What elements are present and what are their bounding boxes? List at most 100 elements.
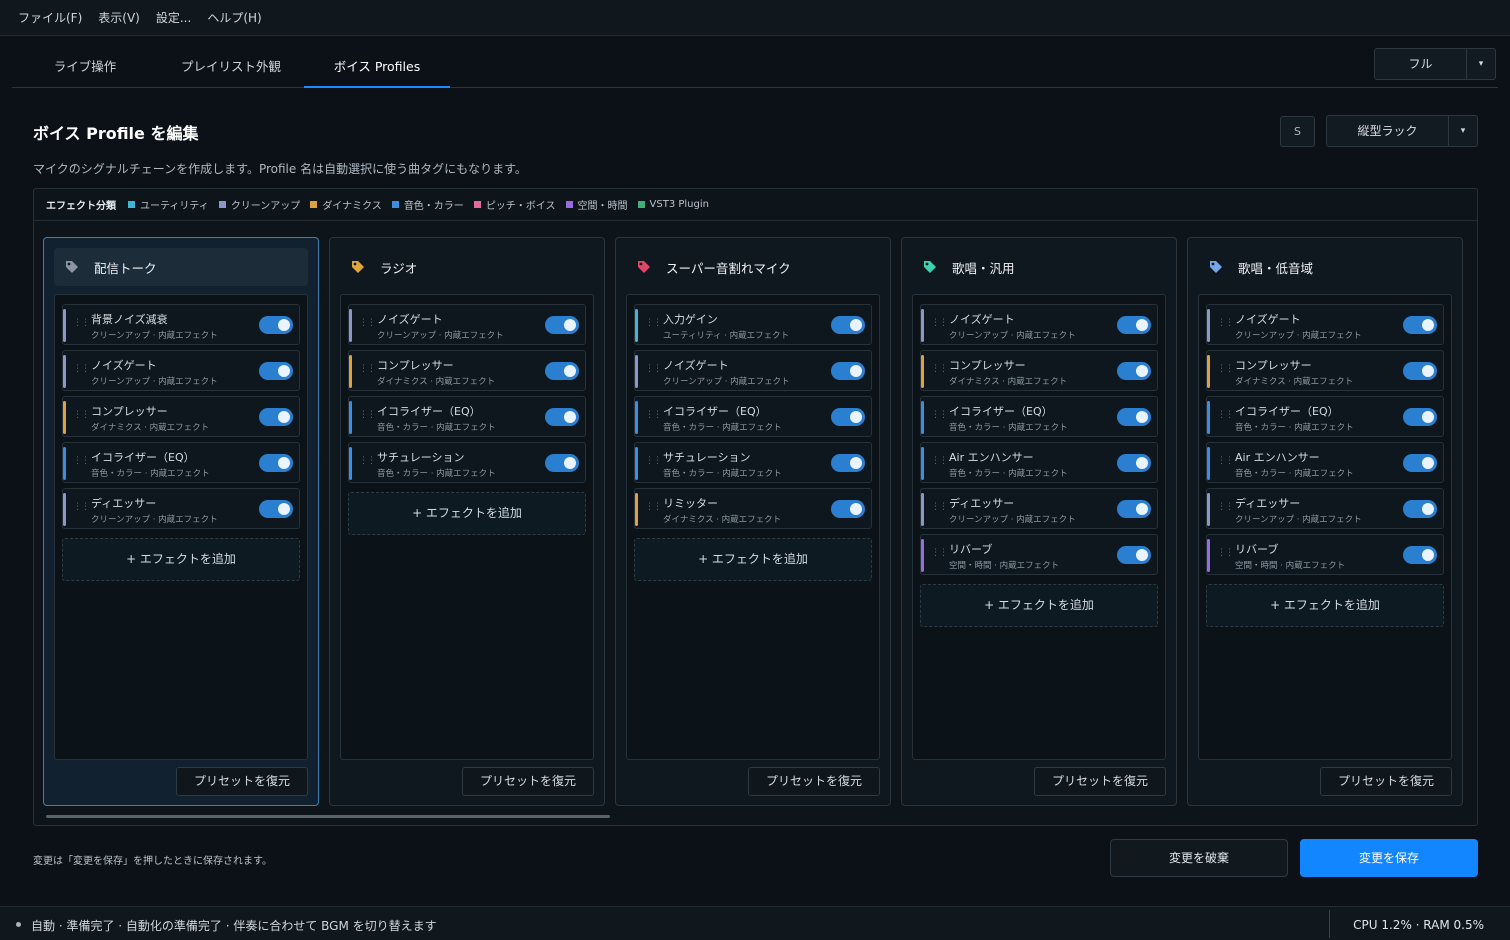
effect-toggle[interactable] — [1117, 316, 1151, 334]
horizontal-scrollbar[interactable] — [46, 815, 610, 818]
effect-item[interactable]: ⋮⋮ Air エンハンサー 音色・カラー · 内蔵エフェクト — [920, 442, 1158, 483]
discard-changes-button[interactable]: 変更を破棄 — [1110, 839, 1288, 877]
profile-column[interactable]: 歌唱・汎用 ⋮⋮ ノイズゲート クリーンアップ · 内蔵エフェクト ⋮⋮ コンプレッサーダ… — [901, 237, 1177, 806]
drag-handle-icon[interactable]: ⋮⋮ — [645, 364, 662, 374]
effect-toggle[interactable] — [831, 500, 865, 518]
s-button[interactable]: S — [1280, 116, 1315, 147]
drag-handle-icon[interactable]: ⋮⋮ — [359, 410, 376, 420]
effect-toggle[interactable] — [259, 316, 293, 334]
effect-item[interactable]: ⋮⋮ コンプレッサー ダイナミクス · 内蔵エフェクト — [62, 396, 300, 437]
effect-toggle[interactable] — [1117, 362, 1151, 380]
add-effect-button[interactable]: + エフェクトを追加 — [348, 492, 586, 535]
profile-column[interactable]: 配信トーク ⋮⋮ 背景ノイズ減衰 クリーンアップ · 内蔵エフェクト ⋮⋮ ノイズゲートク… — [43, 237, 319, 806]
menu-settings[interactable]: 設定... — [148, 0, 199, 36]
effect-toggle[interactable] — [831, 316, 865, 334]
drag-handle-icon[interactable]: ⋮⋮ — [359, 456, 376, 466]
effect-toggle[interactable] — [1117, 408, 1151, 426]
drag-handle-icon[interactable]: ⋮⋮ — [931, 364, 948, 374]
effect-item[interactable]: ⋮⋮ ディエッサー クリーンアップ · 内蔵エフェクト — [62, 488, 300, 529]
drag-handle-icon[interactable]: ⋮⋮ — [1217, 318, 1234, 328]
tab-voice-profiles[interactable]: ボイス Profiles — [304, 48, 450, 88]
drag-handle-icon[interactable]: ⋮⋮ — [1217, 502, 1234, 512]
view-mode-button[interactable]: フル — [1375, 49, 1467, 79]
drag-handle-icon[interactable]: ⋮⋮ — [73, 318, 90, 328]
effect-item[interactable]: ⋮⋮ サチュレーション 音色・カラー · 内蔵エフェクト — [348, 442, 586, 483]
drag-handle-icon[interactable]: ⋮⋮ — [359, 364, 376, 374]
effect-toggle[interactable] — [1117, 546, 1151, 564]
effect-item[interactable]: ⋮⋮ コンプレッサー ダイナミクス · 内蔵エフェクト — [348, 350, 586, 391]
effect-toggle[interactable] — [1117, 500, 1151, 518]
effect-item[interactable]: ⋮⋮ 背景ノイズ減衰 クリーンアップ · 内蔵エフェクト — [62, 304, 300, 345]
effect-toggle[interactable] — [545, 408, 579, 426]
drag-handle-icon[interactable]: ⋮⋮ — [1217, 410, 1234, 420]
effect-item[interactable]: ⋮⋮ ノイズゲート クリーンアップ · 内蔵エフェクト — [62, 350, 300, 391]
profile-header[interactable]: 歌唱・汎用 — [912, 248, 1166, 286]
effect-item[interactable]: ⋮⋮ イコライザー（EQ） 音色・カラー · 内蔵エフェクト — [62, 442, 300, 483]
effect-item[interactable]: ⋮⋮ イコライザー（EQ） 音色・カラー · 内蔵エフェクト — [348, 396, 586, 437]
effect-toggle[interactable] — [259, 408, 293, 426]
chevron-down-icon[interactable]: ▾ — [1449, 116, 1477, 146]
effect-toggle[interactable] — [545, 316, 579, 334]
drag-handle-icon[interactable]: ⋮⋮ — [645, 502, 662, 512]
restore-preset-button[interactable]: プリセットを復元 — [748, 767, 880, 796]
add-effect-button[interactable]: + エフェクトを追加 — [920, 584, 1158, 627]
drag-handle-icon[interactable]: ⋮⋮ — [1217, 364, 1234, 374]
effect-item[interactable]: ⋮⋮ リバーブ 空間・時間 · 内蔵エフェクト — [1206, 534, 1444, 575]
effect-toggle[interactable] — [1403, 408, 1437, 426]
restore-preset-button[interactable]: プリセットを復元 — [176, 767, 308, 796]
effect-toggle[interactable] — [831, 362, 865, 380]
effect-item[interactable]: ⋮⋮ リバーブ 空間・時間 · 内蔵エフェクト — [920, 534, 1158, 575]
profile-header[interactable]: ラジオ — [340, 248, 594, 286]
drag-handle-icon[interactable]: ⋮⋮ — [645, 410, 662, 420]
add-effect-button[interactable]: + エフェクトを追加 — [62, 538, 300, 581]
drag-handle-icon[interactable]: ⋮⋮ — [645, 456, 662, 466]
effect-toggle[interactable] — [545, 454, 579, 472]
restore-preset-button[interactable]: プリセットを復元 — [1034, 767, 1166, 796]
effect-toggle[interactable] — [1403, 454, 1437, 472]
profile-column[interactable]: ラジオ ⋮⋮ ノイズゲート クリーンアップ · 内蔵エフェクト ⋮⋮ コンプレッサー ダイナ… — [329, 237, 605, 806]
effect-item[interactable]: ⋮⋮ イコライザー（EQ） 音色・カラー · 内蔵エフェクト — [920, 396, 1158, 437]
drag-handle-icon[interactable]: ⋮⋮ — [1217, 548, 1234, 558]
add-effect-button[interactable]: + エフェクトを追加 — [634, 538, 872, 581]
profile-header[interactable]: 歌唱・低音域 — [1198, 248, 1452, 286]
effect-toggle[interactable] — [831, 408, 865, 426]
effect-toggle[interactable] — [259, 454, 293, 472]
profile-header[interactable]: スーパー音割れマイク — [626, 248, 880, 286]
effect-item[interactable]: ⋮⋮ ノイズゲート クリーンアップ · 内蔵エフェクト — [348, 304, 586, 345]
effect-item[interactable]: ⋮⋮ イコライザー（EQ） 音色・カラー · 内蔵エフェクト — [1206, 396, 1444, 437]
menu-view[interactable]: 表示(V) — [90, 0, 148, 36]
effect-item[interactable]: ⋮⋮ ディエッサー クリーンアップ · 内蔵エフェクト — [1206, 488, 1444, 529]
effect-item[interactable]: ⋮⋮ Air エンハンサー 音色・カラー · 内蔵エフェクト — [1206, 442, 1444, 483]
effect-item[interactable]: ⋮⋮ サチュレーション 音色・カラー · 内蔵エフェクト — [634, 442, 872, 483]
effect-toggle[interactable] — [1403, 316, 1437, 334]
add-effect-button[interactable]: + エフェクトを追加 — [1206, 584, 1444, 627]
layout-select-button[interactable]: 縦型ラック — [1327, 116, 1449, 146]
effect-toggle[interactable] — [1403, 500, 1437, 518]
menu-help[interactable]: ヘルプ(H) — [199, 0, 269, 36]
menu-file[interactable]: ファイル(F) — [10, 0, 90, 36]
effect-toggle[interactable] — [1117, 454, 1151, 472]
effect-toggle[interactable] — [1403, 546, 1437, 564]
drag-handle-icon[interactable]: ⋮⋮ — [1217, 456, 1234, 466]
drag-handle-icon[interactable]: ⋮⋮ — [73, 502, 90, 512]
profile-column[interactable]: スーパー音割れマイク ⋮⋮ 入力ゲイン ユーティリティ · 内蔵エフェクト ⋮⋮ ノイズゲ… — [615, 237, 891, 806]
drag-handle-icon[interactable]: ⋮⋮ — [73, 410, 90, 420]
save-changes-button[interactable]: 変更を保存 — [1300, 839, 1478, 877]
effect-item[interactable]: ⋮⋮ リミッター ダイナミクス · 内蔵エフェクト — [634, 488, 872, 529]
effect-item[interactable]: ⋮⋮ 入力ゲイン ユーティリティ · 内蔵エフェクト — [634, 304, 872, 345]
chevron-down-icon[interactable]: ▾ — [1467, 49, 1495, 79]
drag-handle-icon[interactable]: ⋮⋮ — [73, 456, 90, 466]
effect-item[interactable]: ⋮⋮ ディエッサー クリーンアップ · 内蔵エフェクト — [920, 488, 1158, 529]
drag-handle-icon[interactable]: ⋮⋮ — [931, 456, 948, 466]
drag-handle-icon[interactable]: ⋮⋮ — [931, 410, 948, 420]
restore-preset-button[interactable]: プリセットを復元 — [1320, 767, 1452, 796]
effect-toggle[interactable] — [259, 500, 293, 518]
drag-handle-icon[interactable]: ⋮⋮ — [359, 318, 376, 328]
effect-item[interactable]: ⋮⋮ ノイズゲート クリーンアップ · 内蔵エフェクト — [920, 304, 1158, 345]
effect-toggle[interactable] — [831, 454, 865, 472]
effect-item[interactable]: ⋮⋮ ノイズゲート クリーンアップ · 内蔵エフェクト — [1206, 304, 1444, 345]
profile-column[interactable]: 歌唱・低音域 ⋮⋮ ノイズゲート クリーンアップ · 内蔵エフェクト ⋮⋮ コンプレッサー… — [1187, 237, 1463, 806]
effect-toggle[interactable] — [1403, 362, 1437, 380]
effect-toggle[interactable] — [545, 362, 579, 380]
restore-preset-button[interactable]: プリセットを復元 — [462, 767, 594, 796]
